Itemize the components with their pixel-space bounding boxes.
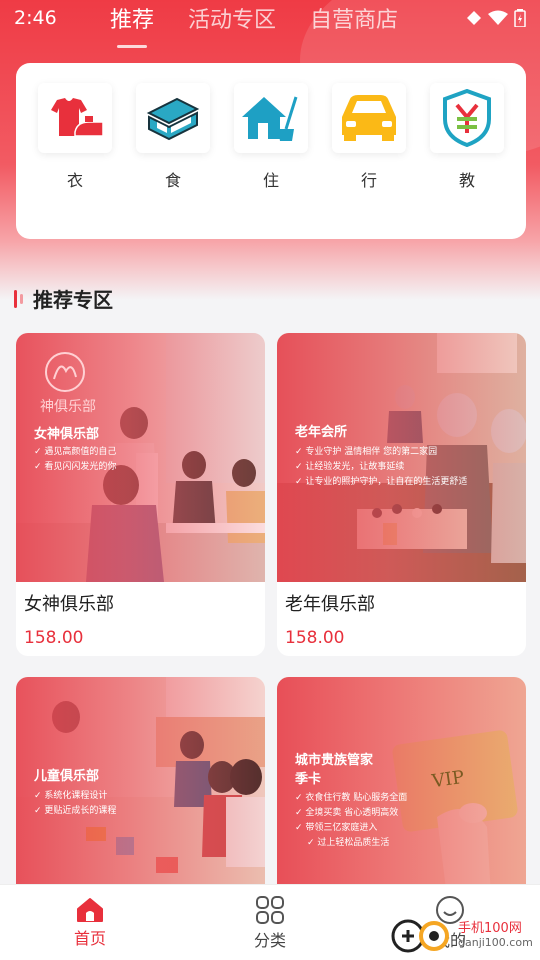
image-bullet: 衣食住行教 贴心服务全面 <box>295 791 407 806</box>
image-bullet: 专业守护 温情相伴 您的第二家园 <box>295 445 467 460</box>
product-card-senior-club[interactable]: 老年会所 专业守护 温情相伴 您的第二家园 让经验发光，让故事延续 让专业的照护… <box>277 333 526 656</box>
top-tabs: 推荐 活动专区 自营商店 <box>110 2 398 34</box>
nav-category[interactable]: 分类 <box>220 895 320 951</box>
wifi-icon <box>488 10 508 25</box>
image-bullet: 看见闪闪发光的你 <box>34 460 116 475</box>
image-bullets: 遇见高颜值的自己 看见闪闪发光的你 <box>34 445 116 475</box>
vip-card-text: VIP <box>430 766 466 793</box>
image-title-line: 季卡 <box>295 772 322 787</box>
signal-diamond-icon <box>467 11 481 25</box>
image-bullets: 系统化课程设计 更贴近成长的课程 <box>34 789 116 819</box>
product-card-kids-club[interactable]: 儿童俱乐部 系统化课程设计 更贴近成长的课程 <box>16 677 265 897</box>
category-transport[interactable]: 行 <box>329 83 409 239</box>
section-header: 推荐专区 <box>14 284 113 313</box>
tab-activities[interactable]: 活动专区 <box>188 2 276 34</box>
image-bullets: 专业守护 温情相伴 您的第二家园 让经验发光，让故事延续 让专业的照护守护，让自… <box>295 445 467 490</box>
status-icons <box>466 9 526 27</box>
image-title: 儿童俱乐部 <box>34 769 100 784</box>
watermark-logo-icon <box>391 919 449 953</box>
image-bullet: 带领三亿家庭进入 <box>295 821 407 836</box>
nav-home-label: 首页 <box>73 928 106 948</box>
category-transport-label: 行 <box>360 171 377 190</box>
product-image: 老年会所 专业守护 温情相伴 您的第二家园 让经验发光，让故事延续 让专业的照护… <box>277 333 526 582</box>
image-bullet: 系统化课程设计 <box>34 789 116 804</box>
home-icon <box>77 897 103 922</box>
house-icon <box>234 83 308 153</box>
product-image-overlay <box>277 677 526 897</box>
tab-recommend[interactable]: 推荐 <box>110 2 154 34</box>
image-bullet-continued: 过上轻松品质生活 <box>295 836 407 851</box>
clothing-icon <box>38 83 112 153</box>
product-name: 老年俱乐部 <box>285 594 375 615</box>
category-housing[interactable]: 住 <box>231 83 311 239</box>
category-clothing-label: 衣 <box>66 171 83 190</box>
food-box-icon <box>136 83 210 153</box>
product-image: 儿童俱乐部 系统化课程设计 更贴近成长的课程 <box>16 677 265 897</box>
category-card: 衣 食 住 行 教 <box>16 63 526 239</box>
category-food[interactable]: 食 <box>133 83 213 239</box>
nav-home[interactable]: 首页 <box>40 897 140 949</box>
image-bullet: 让经验发光，让故事延续 <box>295 460 467 475</box>
product-image-overlay <box>16 677 265 897</box>
battery-icon <box>514 9 526 27</box>
product-price: 158.00 <box>285 628 345 648</box>
image-title: 城市贵族管家 季卡 <box>295 749 373 787</box>
watermark-text-block: 手机100网 danji100.com <box>458 922 533 950</box>
watermark-url: danji100.com <box>458 936 533 949</box>
product-price: 158.00 <box>24 628 84 648</box>
category-education[interactable]: 教 <box>427 83 507 239</box>
image-bullet: 遇见高颜值的自己 <box>34 445 116 460</box>
status-time: 2:46 <box>14 7 57 29</box>
product-card-goddess-club[interactable]: 神俱乐部 女神俱乐部 遇见高颜值的自己 看见闪闪发光的你 女神俱乐部 158.0… <box>16 333 265 656</box>
education-shield-icon <box>430 83 504 153</box>
watermark: 手机100网 danji100.com <box>390 916 533 956</box>
section-title: 推荐专区 <box>33 288 113 312</box>
product-image: 神俱乐部 女神俱乐部 遇见高颜值的自己 看见闪闪发光的你 <box>16 333 265 582</box>
category-clothing[interactable]: 衣 <box>35 83 115 239</box>
image-bullet: 全境买卖 省心透明高效 <box>295 806 407 821</box>
watermark-text: 手机100网 <box>458 921 522 936</box>
product-name: 女神俱乐部 <box>24 594 114 615</box>
product-image: VIP 城市贵族管家 季卡 衣食住行教 贴心服务全面 全境买卖 省心透明高效 带… <box>277 677 526 897</box>
club-logo-text: 神俱乐部 <box>40 399 96 415</box>
image-bullet: 更贴近成长的课程 <box>34 804 116 819</box>
grid-icon <box>256 895 284 924</box>
product-card-vip-season[interactable]: VIP 城市贵族管家 季卡 衣食住行教 贴心服务全面 全境买卖 省心透明高效 带… <box>277 677 526 897</box>
tab-self-store[interactable]: 自营商店 <box>310 2 398 34</box>
nav-category-label: 分类 <box>253 930 286 950</box>
image-title: 老年会所 <box>295 425 348 440</box>
image-title-line: 城市贵族管家 <box>295 753 374 768</box>
club-logo-icon <box>45 352 85 392</box>
image-bullets: 衣食住行教 贴心服务全面 全境买卖 省心透明高效 带领三亿家庭进入 过上轻松品质… <box>295 791 407 851</box>
section-marker-icon <box>14 289 23 308</box>
car-icon <box>332 83 406 153</box>
category-education-label: 教 <box>458 171 475 190</box>
image-bullet: 让专业的照护守护，让自在的生活更舒适 <box>295 475 467 490</box>
category-food-label: 食 <box>164 171 181 190</box>
category-housing-label: 住 <box>262 171 279 190</box>
image-title: 女神俱乐部 <box>34 427 100 442</box>
